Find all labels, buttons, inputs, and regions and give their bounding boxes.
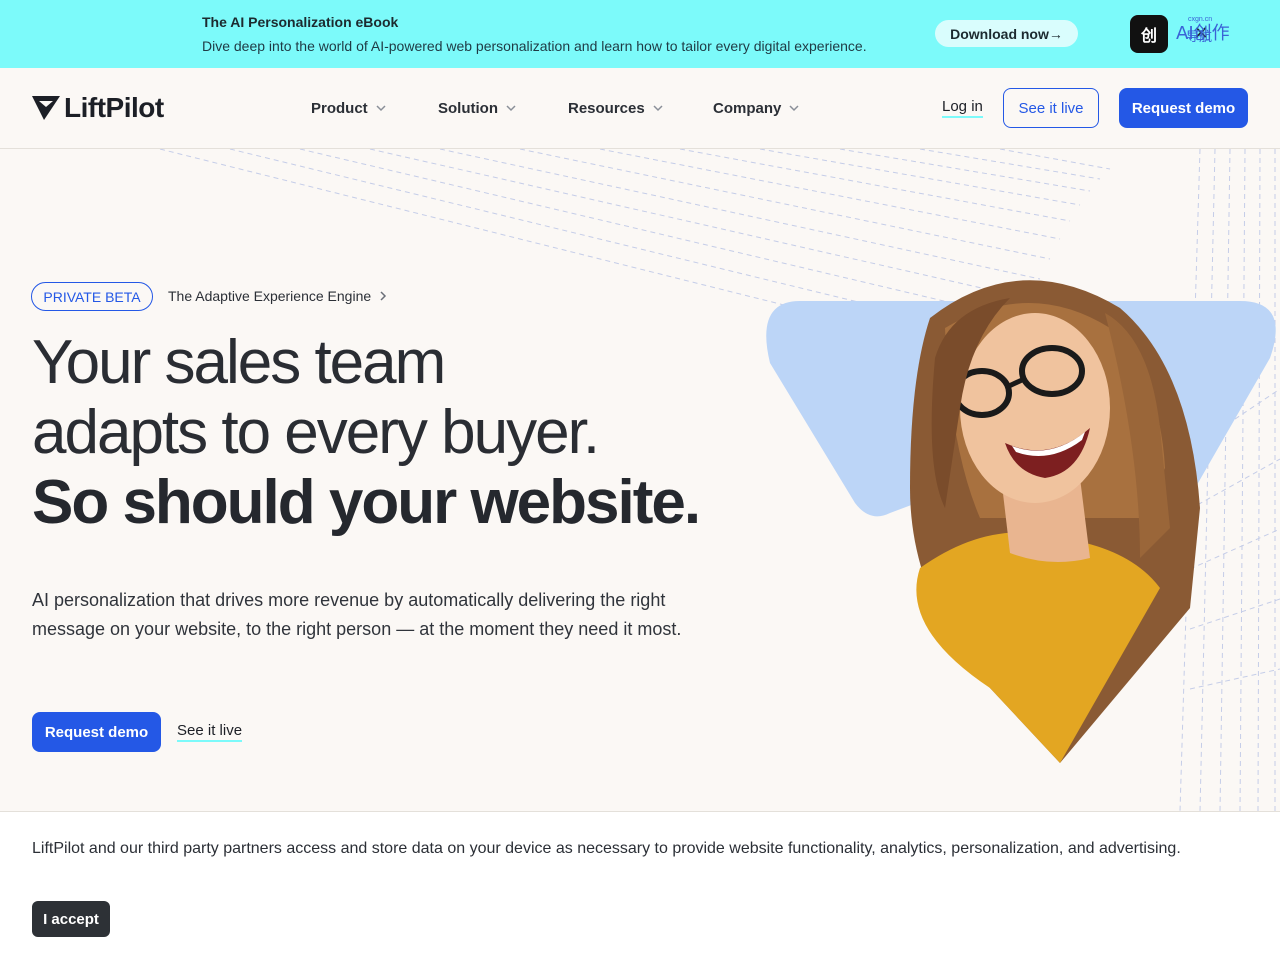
nav-item-label: Product	[311, 99, 368, 117]
hero-lead: AI personalization that drives more reve…	[32, 590, 682, 639]
nav-item-solution[interactable]: Solution	[438, 98, 516, 118]
request-demo-button[interactable]: Request demo	[1119, 88, 1248, 128]
chevron-right-icon	[380, 291, 387, 301]
badge-sub-text: 导航	[1186, 30, 1213, 45]
cookie-banner: LiftPilot and our third party partners a…	[0, 811, 1280, 960]
chevron-down-icon	[376, 105, 386, 112]
promo-subtitle: Dive deep into the world of AI-powered w…	[202, 38, 867, 54]
liftpilot-logo[interactable]: LiftPilot	[32, 94, 164, 122]
see-it-live-button[interactable]: See it live	[1003, 88, 1099, 128]
chevron-down-icon	[506, 105, 516, 112]
chevron-down-icon	[789, 105, 799, 112]
nav-item-product[interactable]: Product	[311, 98, 386, 118]
hero-person-image	[766, 280, 1276, 763]
accept-cookies-button[interactable]: I accept	[32, 901, 110, 937]
hero-heading-line-3: So should your website.	[32, 468, 701, 537]
badge-tiny-text: cxgn.cn	[1188, 16, 1213, 23]
download-now-button[interactable]: Download now→	[935, 20, 1078, 47]
overlay-badge: 创 AI创作 cxgn.cn 导航	[1130, 14, 1266, 54]
promo-banner: The AI Personalization eBook Dive deep i…	[0, 0, 1280, 68]
badge-mark: 创	[1130, 15, 1168, 53]
promo-text: The AI Personalization eBook Dive deep i…	[202, 14, 867, 54]
hero-request-demo-button[interactable]: Request demo	[32, 712, 161, 752]
logo-mark-icon	[32, 96, 60, 120]
hero-heading-line-1: Your sales team	[32, 328, 446, 397]
nav-item-label: Company	[713, 99, 782, 117]
private-beta-badge: PRIVATE BETA	[31, 282, 153, 311]
nav-item-resources[interactable]: Resources	[568, 98, 663, 118]
promo-title: The AI Personalization eBook	[202, 14, 399, 30]
cookie-text: LiftPilot and our third party partners a…	[32, 840, 1181, 857]
tagline-text: The Adaptive Experience Engine	[168, 288, 372, 304]
hero-heading-line-2: adapts to every buyer.	[32, 398, 600, 467]
nav-item-label: Resources	[568, 99, 645, 117]
login-link[interactable]: Log in	[942, 98, 983, 118]
logo-text: LiftPilot	[64, 92, 164, 123]
chevron-down-icon	[653, 105, 663, 112]
nav-item-company[interactable]: Company	[713, 98, 799, 118]
nav-item-label: Solution	[438, 99, 498, 117]
hero-see-it-live-link[interactable]: See it live	[177, 722, 243, 742]
tagline-link[interactable]: The Adaptive Experience Engine	[168, 288, 387, 304]
top-navigation: LiftPilot Product Solution Resources Com…	[0, 68, 1280, 149]
